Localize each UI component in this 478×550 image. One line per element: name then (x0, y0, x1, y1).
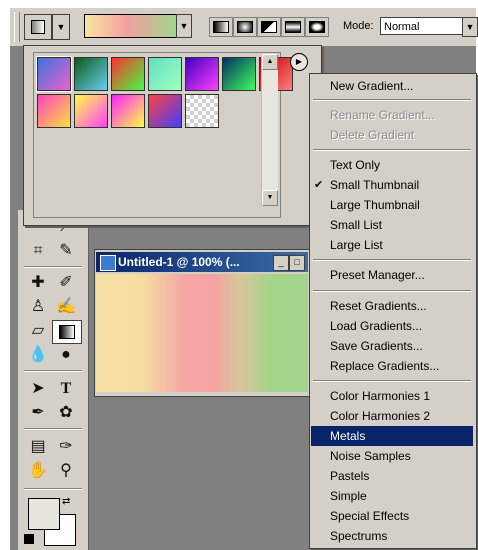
gradient-tool[interactable] (52, 320, 82, 344)
mode-dropdown-arrow[interactable]: ▼ (462, 17, 478, 37)
menu-item-reset-gradients[interactable]: Reset Gradients... (320, 296, 470, 316)
zoom-tool[interactable]: ⚲ (52, 460, 80, 482)
gradient-swatch-8[interactable] (37, 94, 71, 128)
reflected-gradient-button[interactable] (281, 17, 305, 37)
menu-item-text-only[interactable]: Text Only (320, 155, 470, 175)
dodge-tool[interactable]: ● (52, 344, 80, 366)
gradient-swatch-9[interactable] (74, 94, 108, 128)
gradient-swatch-5[interactable] (185, 57, 219, 91)
maximize-button[interactable]: □ (289, 255, 305, 271)
menu-item-color-harmonies-1[interactable]: Color Harmonies 1 (320, 386, 470, 406)
menu-item-noise-samples[interactable]: Noise Samples (320, 446, 470, 466)
menu-item-replace-gradients[interactable]: Replace Gradients... (320, 356, 470, 376)
linear-gradient-icon (213, 21, 229, 33)
menu-separator (313, 99, 471, 101)
path-selection-tool[interactable]: ➤ (24, 378, 52, 400)
scroll-down-button[interactable]: ▼ (262, 190, 278, 206)
menu-item-metals[interactable]: Metals (311, 426, 473, 446)
menu-separator (313, 149, 471, 151)
brush-tool[interactable]: ✐ (52, 272, 80, 294)
menu-item-rename-gradient: Rename Gradient... (330, 108, 435, 122)
picker-scrollbar[interactable]: ▲ ▼ (261, 54, 278, 206)
menu-item-delete-gradient: Delete Gradient (330, 128, 415, 142)
menu-item-small-thumbnail[interactable]: Small Thumbnail (320, 175, 470, 195)
reflected-gradient-icon (285, 21, 301, 33)
menu-item-small-list[interactable]: Small List (320, 215, 470, 235)
swap-colors-icon[interactable]: ⇄ (62, 496, 70, 507)
gradient-swatch-12[interactable] (185, 94, 219, 128)
menu-separator (313, 259, 471, 261)
pen-tool[interactable]: ✒ (24, 402, 52, 424)
menu-separator (313, 380, 471, 382)
diamond-gradient-button[interactable] (305, 17, 329, 37)
menu-item-large-thumbnail[interactable]: Large Thumbnail (320, 195, 470, 215)
menu-item-spectrums[interactable]: Spectrums (320, 526, 470, 546)
healing-brush-tool[interactable]: ✚ (24, 272, 52, 294)
toolbox-divider (24, 488, 82, 490)
menu-item-save-gradients[interactable]: Save Gradients... (320, 336, 470, 356)
toolbox-divider (24, 266, 82, 268)
document-canvas[interactable] (96, 274, 308, 392)
custom-shape-tool[interactable]: ✿ (52, 402, 80, 424)
scroll-up-button[interactable]: ▲ (262, 54, 278, 70)
eraser-tool[interactable]: ▱ (24, 320, 52, 342)
linear-gradient-button[interactable] (209, 17, 233, 37)
menu-separator (313, 290, 471, 292)
picker-menu-button[interactable]: ▶ (290, 53, 308, 71)
gradient-swatch-1[interactable] (36, 56, 72, 92)
gradient-tool-icon (31, 20, 45, 34)
history-brush-tool[interactable]: ✍ (52, 296, 80, 318)
toolbox-divider (24, 428, 82, 430)
menu-item-simple[interactable]: Simple (320, 486, 470, 506)
menu-item-color-harmonies-2[interactable]: Color Harmonies 2 (320, 406, 470, 426)
crop-tool[interactable]: ⌗ (24, 240, 52, 262)
gradient-swatch-6[interactable] (222, 57, 256, 91)
gradient-swatch-4[interactable] (148, 57, 182, 91)
minimize-button[interactable]: _ (273, 255, 289, 271)
gradient-swatch-2[interactable] (74, 57, 108, 91)
angle-gradient-icon (261, 21, 277, 33)
angle-gradient-button[interactable] (257, 17, 281, 37)
notes-tool[interactable]: ▤ (24, 436, 52, 458)
photoshop-document-icon (100, 255, 116, 271)
radial-gradient-button[interactable] (233, 17, 257, 37)
mode-label: Mode: (343, 20, 374, 32)
gradient-swatch-10[interactable] (111, 94, 145, 128)
gradient-picker-arrow[interactable]: ▼ (176, 14, 192, 38)
type-tool[interactable]: T (52, 378, 80, 400)
gradient-icon (59, 325, 75, 339)
gradient-swatch-11[interactable] (148, 94, 182, 128)
toolbox-divider (24, 370, 82, 372)
default-colors-icon[interactable] (24, 534, 34, 544)
menu-item-large-list[interactable]: Large List (320, 235, 470, 255)
radial-gradient-icon (237, 21, 253, 33)
gradient-swatch-3[interactable] (111, 57, 145, 91)
tool-preset-button[interactable] (24, 14, 52, 40)
menu-item-load-gradients[interactable]: Load Gradients... (320, 316, 470, 336)
menu-item-preset-manager[interactable]: Preset Manager... (320, 265, 470, 285)
document-title: Untitled-1 @ 100% (... (118, 255, 240, 269)
menu-item-special-effects[interactable]: Special Effects (320, 506, 470, 526)
mode-select[interactable]: Normal (380, 17, 464, 35)
foreground-color-swatch[interactable] (28, 498, 60, 530)
blur-tool[interactable]: 💧 (24, 344, 52, 366)
eyedropper-tool[interactable]: ✑ (52, 436, 80, 458)
gradient-swatch[interactable] (84, 14, 178, 38)
menu-item-pastels[interactable]: Pastels (320, 466, 470, 486)
hand-tool[interactable]: ✋ (24, 460, 52, 482)
diamond-gradient-icon (309, 21, 325, 33)
toolbar-grip[interactable] (14, 12, 20, 42)
tool-preset-dropdown-arrow[interactable]: ▼ (52, 14, 70, 40)
slice-tool[interactable]: ✎ (52, 240, 80, 262)
clone-stamp-tool[interactable]: ♙ (24, 296, 52, 318)
menu-item-new-gradient[interactable]: New Gradient... (320, 76, 470, 96)
